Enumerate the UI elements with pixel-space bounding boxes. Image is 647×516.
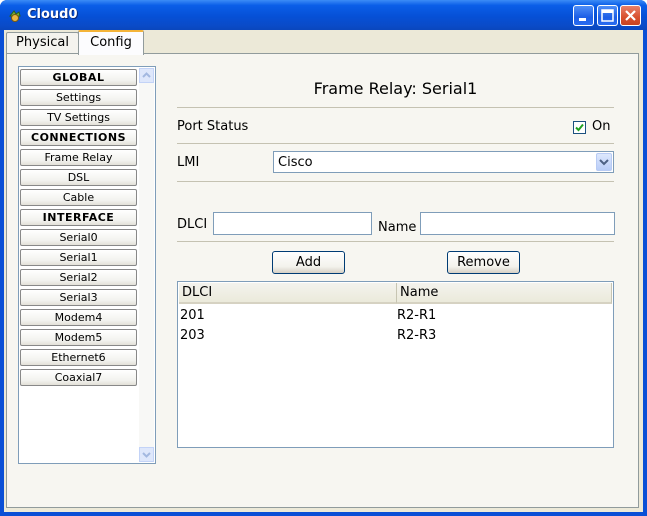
chevron-up-icon — [142, 72, 151, 78]
close-icon — [625, 10, 636, 21]
table-cell-dlci: 203 — [180, 328, 205, 343]
sidebar-item-cable[interactable]: Cable — [20, 189, 137, 206]
dlci-label: DLCI — [177, 217, 208, 232]
sidebar-header-connections: CONNECTIONS — [20, 129, 137, 146]
checkmark-icon — [575, 123, 584, 132]
divider — [177, 241, 614, 242]
sidebar-item-frame-relay[interactable]: Frame Relay — [20, 149, 137, 166]
name-input[interactable] — [420, 212, 615, 235]
sidebar-item-serial3[interactable]: Serial3 — [20, 289, 137, 306]
sidebar: GLOBAL Settings TV Settings CONNECTIONS … — [18, 66, 156, 464]
sidebar-item-serial2[interactable]: Serial2 — [20, 269, 137, 286]
port-status-checkbox[interactable] — [573, 121, 586, 134]
minimize-icon — [579, 18, 586, 21]
lmi-select[interactable]: Cisco — [273, 151, 614, 173]
lmi-label: LMI — [177, 155, 200, 170]
table-cell-dlci: 201 — [180, 308, 205, 323]
dlci-input[interactable] — [213, 212, 372, 235]
name-label: Name — [378, 220, 417, 235]
column-header-name[interactable]: Name — [397, 283, 612, 304]
sidebar-item-serial1[interactable]: Serial1 — [20, 249, 137, 266]
divider — [177, 107, 614, 108]
sidebar-header-global: GLOBAL — [20, 69, 137, 86]
port-status-label: Port Status — [177, 119, 249, 134]
title-bar[interactable]: Cloud0 — [0, 0, 647, 30]
tab-config[interactable]: Config — [78, 30, 144, 55]
lmi-select-value: Cisco — [278, 155, 313, 170]
divider — [177, 143, 614, 144]
maximize-button[interactable] — [597, 5, 618, 26]
sidebar-item-modem5[interactable]: Modem5 — [20, 329, 137, 346]
table-cell-name: R2-R1 — [397, 308, 437, 323]
column-header-dlci[interactable]: DLCI — [179, 283, 397, 304]
tab-physical[interactable]: Physical — [6, 32, 79, 54]
sidebar-item-serial0[interactable]: Serial0 — [20, 229, 137, 246]
dlci-table: DLCI Name 201 R2-R1 203 R2-R3 — [177, 281, 614, 448]
maximize-icon — [601, 9, 614, 22]
add-button[interactable]: Add — [272, 251, 345, 274]
sidebar-header-interface: INTERFACE — [20, 209, 137, 226]
window-title: Cloud0 — [27, 7, 78, 22]
sidebar-item-dsl[interactable]: DSL — [20, 169, 137, 186]
cloud-app-icon — [8, 10, 21, 22]
close-button[interactable] — [620, 5, 641, 26]
chevron-down-icon — [599, 159, 609, 166]
divider — [177, 181, 614, 182]
scroll-down-button[interactable] — [139, 447, 154, 462]
sidebar-item-coaxial7[interactable]: Coaxial7 — [20, 369, 137, 386]
minimize-button[interactable] — [573, 5, 594, 26]
window-client: Physical Config GLOBAL Settings TV Setti… — [4, 30, 643, 512]
sidebar-item-settings[interactable]: Settings — [20, 89, 137, 106]
sidebar-item-tv-settings[interactable]: TV Settings — [20, 109, 137, 126]
scroll-up-button[interactable] — [139, 68, 154, 83]
sidebar-scrollbar[interactable] — [139, 68, 154, 462]
lmi-dropdown-button[interactable] — [596, 153, 612, 171]
page-title: Frame Relay: Serial1 — [313, 79, 478, 98]
sidebar-item-ethernet6[interactable]: Ethernet6 — [20, 349, 137, 366]
window: Cloud0 Physical Config GLOBAL Settings T… — [0, 0, 647, 516]
remove-button[interactable]: Remove — [447, 251, 520, 274]
sidebar-item-modem4[interactable]: Modem4 — [20, 309, 137, 326]
port-status-on-label: On — [592, 119, 611, 134]
chevron-down-icon — [142, 452, 151, 458]
config-panel: GLOBAL Settings TV Settings CONNECTIONS … — [6, 53, 639, 508]
table-cell-name: R2-R3 — [397, 328, 437, 343]
